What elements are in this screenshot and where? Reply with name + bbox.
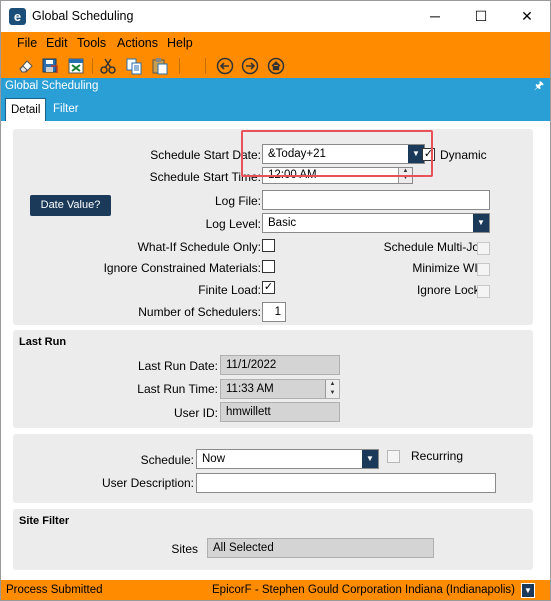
maximize-button[interactable]: ☐ (458, 1, 504, 32)
paste-icon[interactable] (151, 57, 169, 75)
toolbar-separator (179, 58, 180, 74)
menu-file[interactable]: File (17, 36, 37, 50)
status-company-site: EpicorF - Stephen Gould Corporation Indi… (212, 584, 516, 596)
schedule-settings-group: Schedule Start Date: &Today+21 ▼ ✓ Dynam… (13, 129, 533, 325)
menu-actions[interactable]: Actions (117, 36, 158, 50)
what-if-label: What-If Schedule Only: (137, 240, 261, 254)
sites-label: Sites (171, 542, 198, 556)
pin-icon[interactable]: 🖈 (534, 78, 544, 95)
log-level-value: Basic (268, 217, 297, 229)
export-icon[interactable] (67, 57, 85, 75)
schedule-start-date-label: Schedule Start Date: (150, 148, 261, 162)
schedule-start-time-field[interactable]: 12:00 AM ▲ ▼ (262, 167, 413, 184)
tab-detail[interactable]: Detail (5, 98, 47, 121)
last-run-date-field: 11/1/2022 (220, 355, 340, 375)
date-value-button[interactable]: Date Value? (30, 195, 111, 216)
menu-help[interactable]: Help (167, 36, 193, 50)
schedule-start-date-value: &Today+21 (268, 148, 326, 160)
dynamic-label: Dynamic (440, 148, 487, 162)
status-message: Process Submitted (6, 584, 103, 596)
tab-filter[interactable]: Filter (48, 98, 84, 121)
menu-edit[interactable]: Edit (46, 36, 68, 50)
recurring-checkbox[interactable] (387, 450, 400, 463)
last-run-group: Last Run Last Run Date: 11/1/2022 Last R… (13, 330, 533, 428)
tab-strip: Detail Filter (1, 95, 550, 121)
window-title: Global Scheduling (32, 9, 134, 23)
log-file-input[interactable] (262, 190, 490, 210)
finite-load-checkbox[interactable]: ✓ (262, 281, 275, 294)
sites-field: All Selected (207, 538, 434, 558)
schedule-start-time-value: 12:00 AM (268, 169, 317, 181)
last-run-time-field: 11:33 AM ▲ ▼ (220, 379, 340, 399)
close-button[interactable]: ✕ (504, 1, 550, 32)
num-schedulers-label: Number of Schedulers: (138, 305, 261, 319)
forward-icon[interactable] (241, 57, 259, 75)
status-bar: Process Submitted EpicorF - Stephen Goul… (1, 580, 550, 600)
schedule-select[interactable]: Now ▼ (196, 449, 379, 469)
site-filter-title: Site Filter (19, 515, 70, 527)
toolbar (1, 54, 550, 78)
user-description-input[interactable] (196, 473, 496, 493)
ignore-constrained-checkbox[interactable] (262, 260, 275, 273)
global-scheduling-window: e Global Scheduling ─ ☐ ✕ File Edit Tool… (0, 0, 551, 601)
toolbar-separator (205, 58, 206, 74)
panel-title: Global Scheduling (5, 80, 99, 92)
last-run-time-label: Last Run Time: (137, 382, 218, 396)
user-id-label: User ID: (173, 406, 218, 420)
time-spinner-icon[interactable]: ▲ ▼ (398, 168, 412, 183)
site-filter-group: Site Filter Sites All Selected (13, 509, 533, 570)
menu-bar: File Edit Tools Actions Help (1, 32, 550, 54)
multi-job-checkbox[interactable] (477, 242, 490, 255)
last-run-time-value: 11:33 AM (226, 383, 274, 395)
minimize-button[interactable]: ─ (412, 1, 458, 32)
num-schedulers-input[interactable]: 1 (262, 302, 286, 322)
schedule-start-time-label: Schedule Start Time: (149, 170, 261, 184)
title-bar: e Global Scheduling ─ ☐ ✕ (1, 1, 550, 32)
log-file-label: Log File: (214, 194, 261, 208)
what-if-checkbox[interactable] (262, 239, 275, 252)
user-description-label: User Description: (101, 476, 194, 490)
save-icon[interactable] (41, 57, 59, 75)
user-id-field: hmwillett (220, 402, 340, 422)
ignore-constrained-label: Ignore Constrained Materials: (103, 261, 261, 275)
toolbar-separator (92, 58, 93, 74)
cut-icon[interactable] (99, 57, 117, 75)
dynamic-checkbox[interactable]: ✓ (422, 148, 435, 161)
minimize-wip-checkbox[interactable] (477, 263, 490, 276)
ignore-locks-checkbox[interactable] (477, 285, 490, 298)
detail-content: Schedule Start Date: &Today+21 ▼ ✓ Dynam… (1, 121, 550, 580)
time-spinner-icon: ▲ ▼ (325, 380, 339, 398)
log-level-select[interactable]: Basic ▼ (262, 213, 490, 233)
recurring-label: Recurring (411, 449, 464, 463)
schedule-value: Now (202, 453, 226, 465)
epicor-app-icon: e (9, 8, 26, 25)
schedule-label: Schedule: (140, 453, 194, 467)
last-run-title: Last Run (19, 336, 67, 348)
panel-header: Global Scheduling 🖈 (1, 78, 550, 95)
home-icon[interactable] (267, 57, 285, 75)
log-level-label: Log Level: (205, 217, 261, 231)
last-run-date-label: Last Run Date: (137, 359, 218, 373)
chevron-down-icon[interactable]: ▼ (473, 214, 489, 232)
eraser-icon[interactable] (17, 57, 35, 75)
finite-load-label: Finite Load: (198, 283, 261, 297)
schedule-start-date-combo[interactable]: &Today+21 ▼ (262, 144, 425, 164)
chevron-down-icon[interactable]: ▼ (521, 583, 535, 598)
copy-icon[interactable] (125, 57, 143, 75)
chevron-down-icon[interactable]: ▼ (362, 450, 378, 468)
schedule-group: Schedule: Now ▼ Recurring User Descripti… (13, 434, 533, 503)
menu-tools[interactable]: Tools (77, 36, 106, 50)
back-icon[interactable] (216, 57, 234, 75)
multi-job-label: Schedule Multi-Job: (383, 240, 489, 254)
